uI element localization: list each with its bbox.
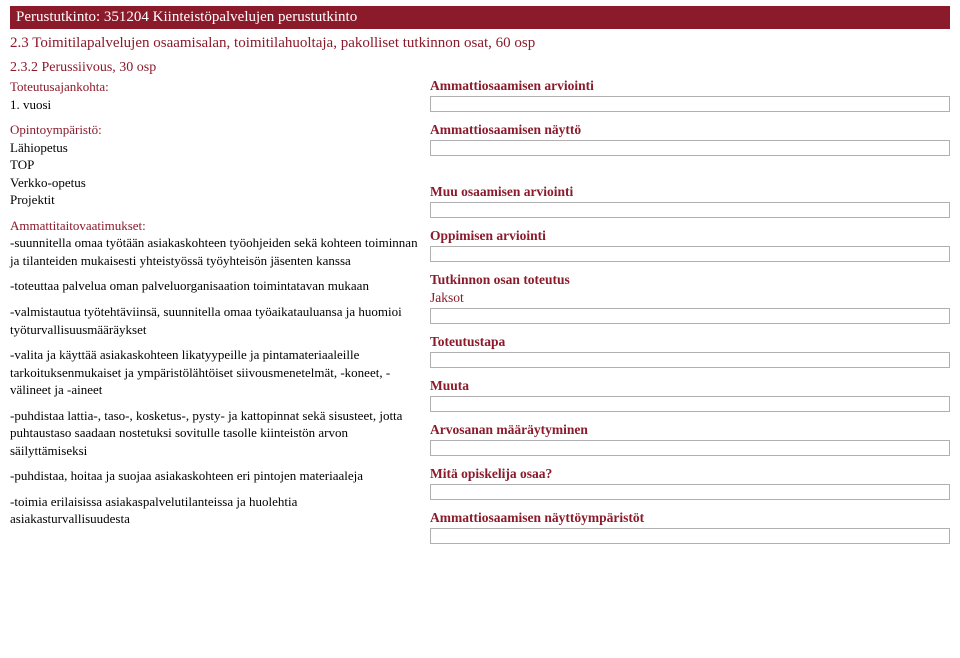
group-mita-opiskelija-osaa: Mitä opiskelija osaa? bbox=[430, 466, 950, 500]
group-arvosanan-maaraytyminen: Arvosanan määräytyminen bbox=[430, 422, 950, 456]
heading-muu-osaamisen-arviointi: Muu osaamisen arviointi bbox=[430, 184, 950, 200]
ammattitaitovaatimukset-block: Ammattitaitovaatimukset: -suunnitella om… bbox=[10, 217, 420, 270]
group-ammattiosaamisen-naytto: Ammattiosaamisen näyttö bbox=[430, 122, 950, 156]
toteutusajankohta-label: Toteutusajankohta: bbox=[10, 79, 109, 94]
opintoymparisto-value-1: Lähiopetus bbox=[10, 140, 68, 155]
ammattitaitovaatimukset-label: Ammattitaitovaatimukset: bbox=[10, 218, 146, 233]
opintoymparisto-value-2: TOP bbox=[10, 157, 34, 172]
atv-item-2: -toteuttaa palvelua oman palveluorganisa… bbox=[10, 278, 369, 293]
group-oppimisen-arviointi: Oppimisen arviointi bbox=[430, 228, 950, 262]
group-toteutustapa: Toteutustapa bbox=[430, 334, 950, 368]
page-banner: Perustutkinto: 351204 Kiinteistöpalveluj… bbox=[10, 6, 950, 29]
heading-oppimisen-arviointi: Oppimisen arviointi bbox=[430, 228, 950, 244]
atv-item-7-block: -toimia erilaisissa asiakaspalvelutilant… bbox=[10, 493, 420, 528]
field-ammattiosaamisen-arviointi[interactable] bbox=[430, 96, 950, 112]
subheading-2: 2.3.2 Perussiivous, 30 osp bbox=[10, 60, 950, 76]
atv-item-3: -valmistautua työtehtäviinsä, suunnitell… bbox=[10, 304, 402, 337]
group-tutkinnon-osan-toteutus: Tutkinnon osan toteutus Jaksot bbox=[430, 272, 950, 324]
heading-ammattiosaamisen-naytto: Ammattiosaamisen näyttö bbox=[430, 122, 950, 138]
field-muuta[interactable] bbox=[430, 396, 950, 412]
group-ammattiosaamisen-arviointi: Ammattiosaamisen arviointi bbox=[430, 78, 950, 112]
opintoymparisto-value-3: Verkko-opetus bbox=[10, 175, 86, 190]
heading-muuta: Muuta bbox=[430, 378, 950, 394]
atv-item-4-block: -valita ja käyttää asiakaskohteen likaty… bbox=[10, 346, 420, 399]
subheading-1: 2.3 Toimitilapalvelujen osaamisalan, toi… bbox=[10, 35, 950, 52]
toteutusajankohta-block: Toteutusajankohta: 1. vuosi bbox=[10, 78, 420, 113]
field-toteutustapa[interactable] bbox=[430, 352, 950, 368]
field-arvosanan-maaraytyminen[interactable] bbox=[430, 440, 950, 456]
heading-arvosanan-maaraytyminen: Arvosanan määräytyminen bbox=[430, 422, 950, 438]
opintoymparisto-block: Opintoympäristö: Lähiopetus TOP Verkko-o… bbox=[10, 121, 420, 209]
atv-item-6: -puhdistaa, hoitaa ja suojaa asiakaskoht… bbox=[10, 468, 363, 483]
field-jaksot[interactable] bbox=[430, 308, 950, 324]
heading-toteutustapa: Toteutustapa bbox=[430, 334, 950, 350]
heading-mita-opiskelija-osaa: Mitä opiskelija osaa? bbox=[430, 466, 950, 482]
heading-ammattiosaamisen-arviointi: Ammattiosaamisen arviointi bbox=[430, 78, 950, 94]
atv-item-2-block: -toteuttaa palvelua oman palveluorganisa… bbox=[10, 277, 420, 295]
field-mita-opiskelija-osaa[interactable] bbox=[430, 484, 950, 500]
atv-item-4: -valita ja käyttää asiakaskohteen likaty… bbox=[10, 347, 390, 397]
toteutusajankohta-value: 1. vuosi bbox=[10, 97, 51, 112]
atv-item-6-block: -puhdistaa, hoitaa ja suojaa asiakaskoht… bbox=[10, 467, 420, 485]
subheading-jaksot: Jaksot bbox=[430, 290, 950, 306]
heading-tutkinnon-osan-toteutus: Tutkinnon osan toteutus bbox=[430, 272, 950, 288]
group-ammattiosaamisen-nayttoymparistot: Ammattiosaamisen näyttöympäristöt bbox=[430, 510, 950, 544]
field-ammattiosaamisen-nayttoymparistot[interactable] bbox=[430, 528, 950, 544]
field-oppimisen-arviointi[interactable] bbox=[430, 246, 950, 262]
field-muu-osaamisen-arviointi[interactable] bbox=[430, 202, 950, 218]
opintoymparisto-value-4: Projektit bbox=[10, 192, 55, 207]
atv-item-1: -suunnitella omaa työtään asiakaskohteen… bbox=[10, 235, 418, 268]
group-muu-osaamisen-arviointi: Muu osaamisen arviointi bbox=[430, 184, 950, 218]
field-ammattiosaamisen-naytto[interactable] bbox=[430, 140, 950, 156]
atv-item-5: -puhdistaa lattia-, taso-, kosketus-, py… bbox=[10, 408, 402, 458]
atv-item-5-block: -puhdistaa lattia-, taso-, kosketus-, py… bbox=[10, 407, 420, 460]
group-muuta: Muuta bbox=[430, 378, 950, 412]
heading-ammattiosaamisen-nayttoymparistot: Ammattiosaamisen näyttöympäristöt bbox=[430, 510, 950, 526]
atv-item-3-block: -valmistautua työtehtäviinsä, suunnitell… bbox=[10, 303, 420, 338]
opintoymparisto-label: Opintoympäristö: bbox=[10, 122, 102, 137]
atv-item-7: -toimia erilaisissa asiakaspalvelutilant… bbox=[10, 494, 297, 527]
